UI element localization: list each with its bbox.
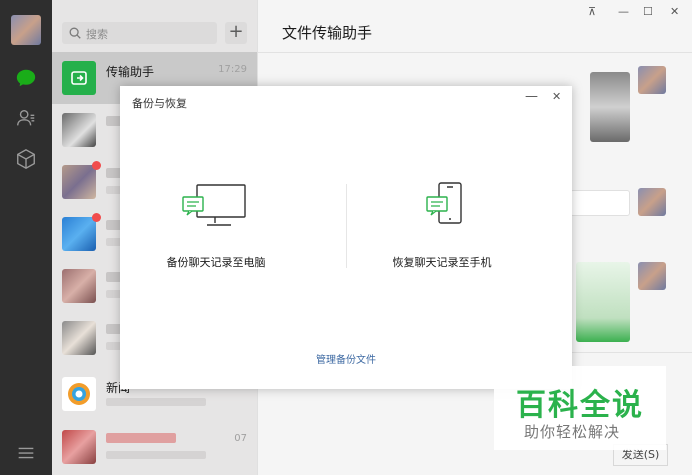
dialog-title: 备份与恢复 <box>132 97 187 110</box>
restore-to-phone-option[interactable]: 恢复聊天记录至手机 <box>352 181 532 276</box>
favorites-icon[interactable] <box>14 147 38 171</box>
options-divider <box>346 184 347 268</box>
message-image <box>590 72 630 142</box>
minimize-button[interactable]: — <box>618 5 629 18</box>
sender-avatar <box>638 188 666 216</box>
search-placeholder: 搜索 <box>86 28 108 41</box>
restore-option-label: 恢复聊天记录至手机 <box>392 256 492 269</box>
avatar <box>62 269 96 303</box>
watermark: 百科全说 助你轻松解决 <box>494 366 666 450</box>
chat-item-time: 07 <box>234 433 247 444</box>
sender-avatar <box>638 262 666 290</box>
avatar <box>62 321 96 355</box>
backup-option-label: 备份聊天记录至电脑 <box>166 256 266 269</box>
list-item[interactable]: 07 <box>52 421 257 473</box>
watermark-title: 百科全说 <box>516 388 644 423</box>
blurred-preview <box>106 398 206 406</box>
avatar <box>62 165 96 199</box>
chat-item-time: 17:29 <box>218 64 247 75</box>
unread-badge <box>92 213 101 222</box>
message-card <box>570 190 630 216</box>
manage-backup-files-link[interactable]: 管理备份文件 <box>120 351 572 366</box>
blurred-preview <box>106 451 206 459</box>
watermark-subtitle: 助你轻松解决 <box>524 423 621 441</box>
chat-item-name: 传输助手 <box>106 65 155 79</box>
maximize-button[interactable]: ☐ <box>643 5 653 18</box>
menu-icon[interactable] <box>14 441 38 465</box>
backup-to-pc-option[interactable]: 备份聊天记录至电脑 <box>126 181 306 276</box>
chat-icon[interactable] <box>14 66 38 90</box>
add-button[interactable]: + <box>225 22 247 44</box>
search-icon <box>69 27 81 39</box>
avatar <box>62 430 96 464</box>
phone-icon <box>426 182 462 224</box>
dialog-minimize-button[interactable]: — <box>525 89 538 104</box>
message-image <box>576 262 630 342</box>
avatar <box>62 217 96 251</box>
close-button[interactable]: ✕ <box>670 5 679 18</box>
contacts-icon[interactable] <box>14 106 38 130</box>
avatar <box>62 113 96 147</box>
file-transfer-icon <box>62 61 96 95</box>
nav-rail <box>0 0 52 475</box>
unread-badge <box>92 161 101 170</box>
user-avatar[interactable] <box>11 15 41 45</box>
pin-button[interactable]: ⊼ <box>588 5 596 18</box>
monitor-icon <box>182 184 246 226</box>
dialog-close-button[interactable]: ✕ <box>552 90 561 103</box>
header-divider <box>258 52 692 53</box>
backup-restore-dialog: 备份与恢复 — ✕ 备份聊天记录至电脑 恢复聊天记录至手机 管理备份文件 <box>120 86 572 389</box>
chat-title: 文件传输助手 <box>282 24 373 42</box>
search-box[interactable]: 搜索 <box>62 22 217 44</box>
sender-avatar <box>638 66 666 94</box>
news-icon <box>62 377 96 411</box>
blurred-name <box>106 433 176 443</box>
